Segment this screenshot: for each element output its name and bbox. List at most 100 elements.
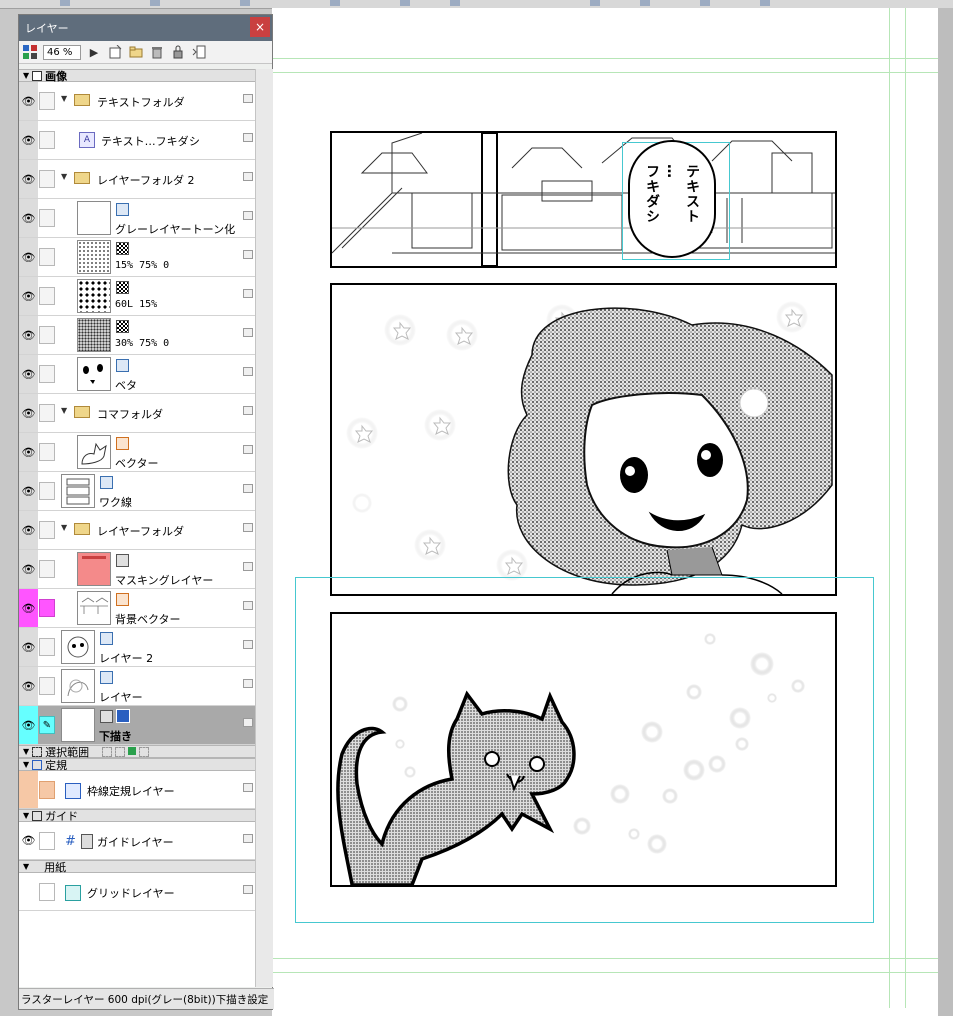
chevron-down-icon[interactable]: ▼: [61, 523, 67, 532]
eye-icon[interactable]: 👁: [19, 199, 38, 237]
layer-row[interactable]: 👁 ▼ レイヤーフォルダ: [19, 511, 255, 550]
layer-row[interactable]: 👁 ▼ テキストフォルダ: [19, 82, 255, 121]
toolbar-icon[interactable]: [240, 0, 250, 6]
play-triangle-icon[interactable]: ▶: [86, 44, 102, 60]
layer-menu-icon[interactable]: [243, 640, 253, 649]
lock-toggle[interactable]: [39, 832, 55, 850]
layer-menu-icon[interactable]: [243, 783, 253, 792]
selection-tool-icon[interactable]: [128, 746, 137, 755]
toolbar-icon[interactable]: [640, 0, 650, 6]
chevron-down-icon[interactable]: ▼: [61, 406, 67, 415]
eye-icon[interactable]: 👁: [19, 121, 38, 159]
eye-icon[interactable]: 👁: [19, 706, 38, 744]
layer-menu-icon[interactable]: [243, 94, 253, 103]
lock-toggle[interactable]: [39, 404, 55, 422]
layer-menu-icon[interactable]: [243, 679, 253, 688]
lock-toggle[interactable]: [39, 677, 55, 695]
toolbar-icon[interactable]: [330, 0, 340, 6]
lock-toggle[interactable]: [39, 170, 55, 188]
eye-icon[interactable]: 👁: [19, 316, 38, 354]
lock-toggle[interactable]: [39, 883, 55, 901]
eye-icon[interactable]: 👁: [19, 394, 38, 432]
canvas-scrollbar[interactable]: [938, 8, 953, 1016]
layer-row[interactable]: 👁 # ガイドレイヤー: [19, 822, 255, 860]
pen-icon[interactable]: ✎: [39, 716, 55, 734]
layer-row[interactable]: 枠線定規レイヤー: [19, 771, 255, 809]
eye-icon[interactable]: 👁: [19, 550, 38, 588]
eye-icon[interactable]: 👁: [19, 667, 38, 705]
opacity-input[interactable]: 46 %: [43, 44, 81, 60]
manga-frame-2[interactable]: [330, 283, 837, 596]
new-layer-icon[interactable]: [107, 44, 123, 60]
layer-row-selected[interactable]: 👁 ✎ 下描き: [19, 706, 255, 745]
toolbar-icon[interactable]: [150, 0, 160, 6]
layer-row[interactable]: 👁 マスキングレイヤー: [19, 550, 255, 589]
eye-icon[interactable]: 👁: [19, 511, 38, 549]
lock-toggle[interactable]: [39, 131, 55, 149]
lock-toggle[interactable]: [39, 638, 55, 656]
chevron-down-icon[interactable]: ▼: [61, 172, 67, 181]
eye-icon[interactable]: 👁: [19, 589, 38, 627]
lock-toggle[interactable]: [39, 443, 55, 461]
layer-menu-icon[interactable]: [243, 289, 253, 298]
layer-row[interactable]: 👁 レイヤー: [19, 667, 255, 706]
layer-menu-icon[interactable]: [243, 211, 253, 220]
selection-tool-icon[interactable]: [115, 746, 126, 757]
layer-row[interactable]: 👁 30% 75% 0: [19, 316, 255, 355]
eye-icon[interactable]: 👁: [19, 160, 38, 198]
layer-row[interactable]: 👁 ▼ コマフォルダ: [19, 394, 255, 433]
layer-menu-icon[interactable]: [243, 523, 253, 532]
chevron-down-icon[interactable]: ▼: [61, 94, 67, 103]
lock-toggle[interactable]: [39, 482, 55, 500]
eye-icon[interactable]: 👁: [19, 472, 38, 510]
lock-toggle[interactable]: [39, 599, 55, 617]
close-icon[interactable]: ×: [250, 17, 270, 37]
toolbar-icon[interactable]: [760, 0, 770, 6]
new-folder-icon[interactable]: [128, 44, 144, 60]
lock-toggle[interactable]: [39, 781, 55, 799]
lock-toggle[interactable]: [39, 92, 55, 110]
layer-menu-icon[interactable]: [243, 328, 253, 337]
eye-icon[interactable]: 👁: [19, 433, 38, 471]
lock-toggle[interactable]: [39, 521, 55, 539]
eye-icon[interactable]: 👁: [19, 82, 38, 120]
eye-icon[interactable]: 👁: [19, 238, 38, 276]
eye-icon[interactable]: [19, 873, 38, 910]
lock-toggle[interactable]: [39, 326, 55, 344]
layer-color-icon[interactable]: [22, 44, 38, 60]
category-ruler[interactable]: ▼ 定規: [19, 758, 255, 772]
panel-title-bar[interactable]: レイヤー: [19, 15, 272, 41]
layer-menu-icon[interactable]: [243, 172, 253, 181]
trash-icon[interactable]: [149, 44, 165, 60]
toolbar-icon[interactable]: [450, 0, 460, 6]
layer-row[interactable]: 👁 15% 75% 0: [19, 238, 255, 277]
eye-icon[interactable]: 👁: [19, 277, 38, 315]
category-paper[interactable]: ▼ 用紙: [19, 860, 255, 874]
layer-menu-icon[interactable]: [243, 367, 253, 376]
layer-row[interactable]: 👁 レイヤー 2: [19, 628, 255, 667]
eye-icon[interactable]: [19, 771, 38, 808]
layer-row[interactable]: 👁 ワク線: [19, 472, 255, 511]
layer-row[interactable]: 👁 A テキスト…フキダシ: [19, 121, 255, 160]
category-guide[interactable]: ▼ ガイド: [19, 809, 255, 823]
selection-tool-icon[interactable]: [139, 746, 150, 757]
toolbar-icon[interactable]: [700, 0, 710, 6]
layer-row[interactable]: 👁 ベクター: [19, 433, 255, 472]
layer-menu-icon[interactable]: [243, 445, 253, 454]
layer-menu-icon[interactable]: [243, 484, 253, 493]
toolbar-icon[interactable]: [400, 0, 410, 6]
layer-row[interactable]: 👁 60L 15%: [19, 277, 255, 316]
layer-menu-icon[interactable]: [243, 834, 253, 843]
layer-menu-icon[interactable]: [243, 250, 253, 259]
speech-balloon[interactable]: テキスト … フキダシ: [628, 140, 716, 258]
layer-menu-icon[interactable]: [243, 133, 253, 142]
layer-menu-icon[interactable]: [243, 601, 253, 610]
eye-icon[interactable]: 👁: [19, 355, 38, 393]
lock-toggle[interactable]: [39, 209, 55, 227]
lock-toggle[interactable]: [39, 560, 55, 578]
panel-menu-icon[interactable]: [191, 44, 207, 60]
eye-icon[interactable]: 👁: [19, 822, 38, 859]
toolbar-icon[interactable]: [590, 0, 600, 6]
layer-row[interactable]: 👁 グレーレイヤートーン化: [19, 199, 255, 238]
toolbar-icon[interactable]: [60, 0, 70, 6]
